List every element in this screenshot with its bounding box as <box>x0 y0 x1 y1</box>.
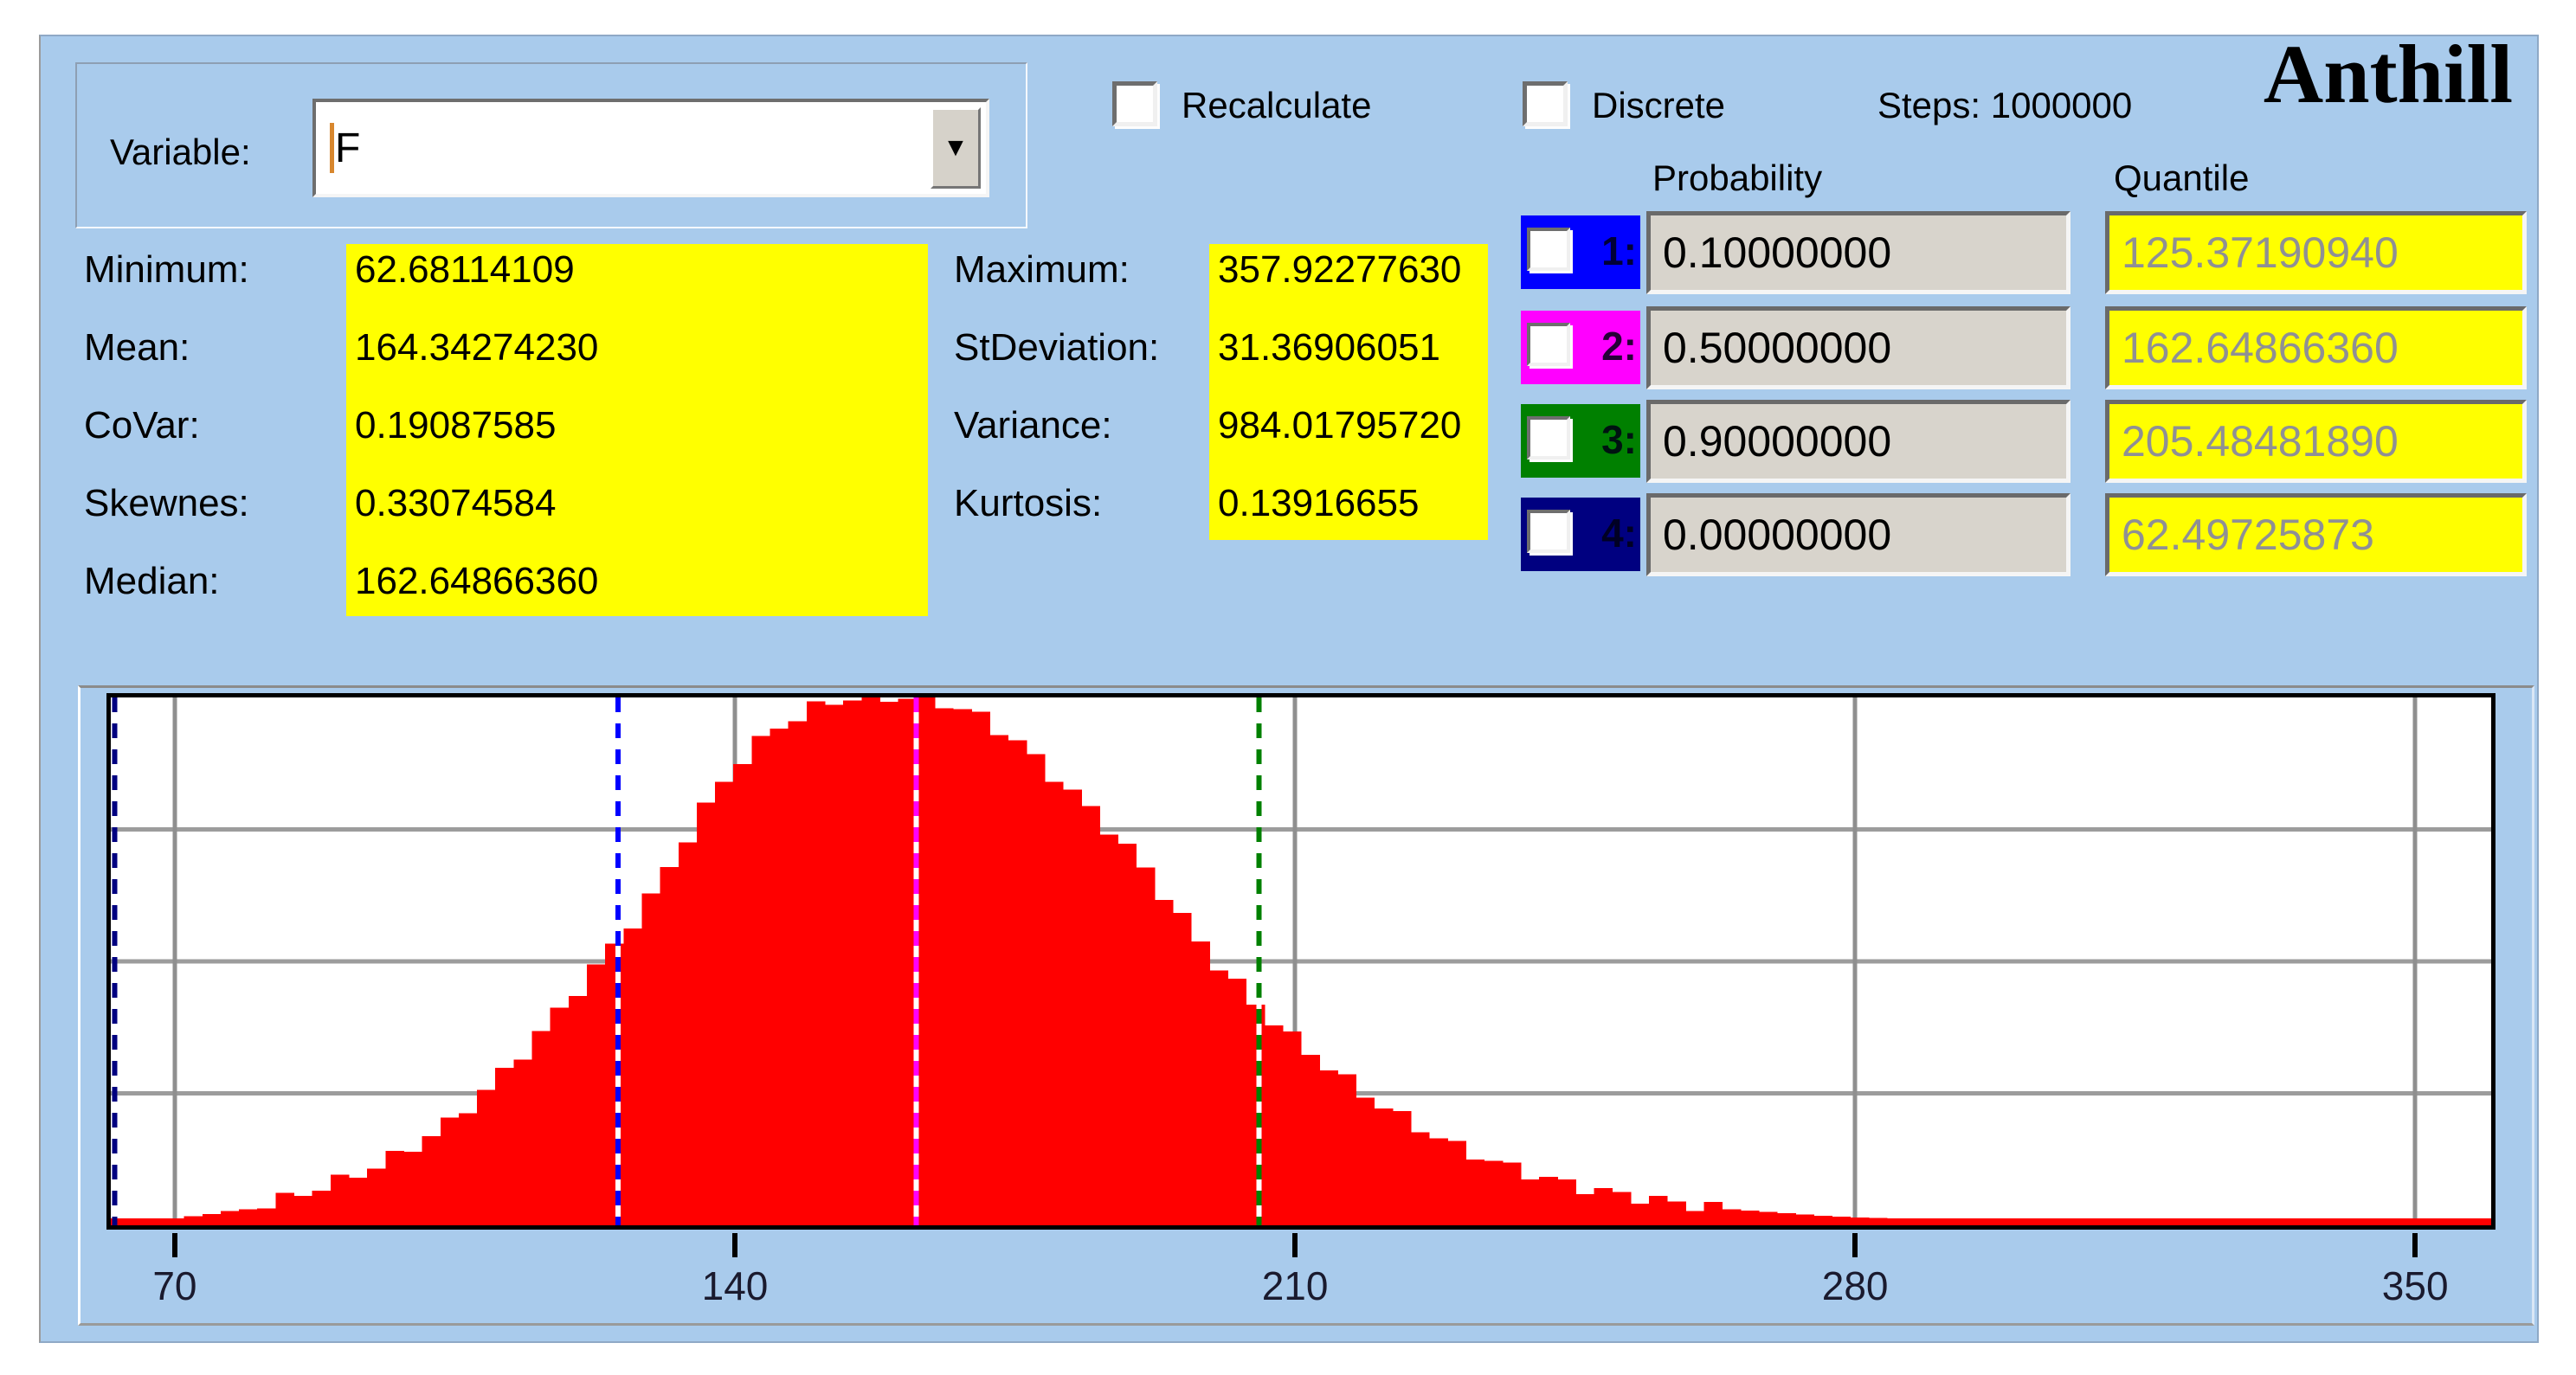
quantile-row-1-checkbox[interactable] <box>1527 228 1570 271</box>
discrete-label: Discrete <box>1592 85 1725 126</box>
variable-groupbox: Variable: F ▼ <box>75 62 1027 228</box>
histogram-panel: 70 140 210 280 350 <box>78 685 2534 1326</box>
stat-label-median: Median: <box>84 560 361 603</box>
quantile-row-1-tab: 1: <box>1521 215 1640 289</box>
stat-value-covar: 0.19087585 <box>346 404 556 447</box>
quantile-row-2-checkbox[interactable] <box>1527 323 1570 366</box>
stat-label-stdeviation: StDeviation: <box>954 326 1231 369</box>
quantile-column-header: Quantile <box>2114 157 2249 199</box>
probability-input-1[interactable]: 0.10000000 <box>1646 211 2070 294</box>
dropdown-arrow-button[interactable]: ▼ <box>931 107 981 189</box>
recalculate-label: Recalculate <box>1182 85 1371 126</box>
probability-input-2[interactable]: 0.50000000 <box>1646 306 2070 389</box>
stat-value-skewnes: 0.33074584 <box>346 482 556 525</box>
text-cursor <box>330 123 334 173</box>
stat-value-mean: 164.34274230 <box>346 326 598 369</box>
quantile-row-4-tab: 4: <box>1521 498 1640 571</box>
quantile-value-1: 125.37190940 <box>2105 211 2527 294</box>
x-axis-label-280: 280 <box>1822 1263 1889 1309</box>
x-axis-tick-140 <box>732 1233 737 1257</box>
stat-value-kurtosis: 0.13916655 <box>1209 482 1419 525</box>
recalculate-checkbox[interactable] <box>1112 81 1157 126</box>
steps-label: Steps: 1000000 <box>1877 85 2132 126</box>
stat-value-variance: 984.01795720 <box>1209 404 1461 447</box>
stat-label-skewnes: Skewnes: <box>84 482 361 525</box>
quantile-row-2-tab: 2: <box>1521 311 1640 384</box>
quantile-value-3: 205.48481890 <box>2105 400 2527 483</box>
probability-column-header: Probability <box>1652 157 1822 199</box>
x-axis-label-140: 140 <box>702 1263 769 1309</box>
variable-label: Variable: <box>110 132 251 173</box>
histogram-plot[interactable] <box>106 693 2496 1230</box>
app-brand: Anthill <box>2264 26 2513 122</box>
quantile-row-3-checkbox[interactable] <box>1527 416 1570 459</box>
main-panel: Variable: F ▼ Recalculate Discrete Steps… <box>39 35 2539 1343</box>
stat-value-median: 162.64866360 <box>346 560 598 603</box>
x-axis-tick-350 <box>2412 1233 2418 1257</box>
variable-dropdown[interactable]: F ▼ <box>312 99 989 197</box>
stat-label-maximum: Maximum: <box>954 248 1231 292</box>
variable-value: F <box>335 125 360 172</box>
quantile-value-4: 62.49725873 <box>2105 493 2527 576</box>
x-axis-tick-210 <box>1292 1233 1298 1257</box>
stat-value-minimum: 62.68114109 <box>346 248 575 292</box>
chevron-down-icon: ▼ <box>943 133 969 163</box>
quantile-row-4-checkbox[interactable] <box>1527 510 1570 553</box>
quantile-row-1-index: 1: <box>1601 228 1637 274</box>
probability-input-3[interactable]: 0.90000000 <box>1646 400 2070 483</box>
stat-label-kurtosis: Kurtosis: <box>954 482 1231 525</box>
x-axis-label-210: 210 <box>1262 1263 1329 1309</box>
anthill-window: Variable: F ▼ Recalculate Discrete Steps… <box>0 0 2576 1375</box>
stat-value-stdeviation: 31.36906051 <box>1209 326 1440 369</box>
x-axis-label-70: 70 <box>152 1263 196 1309</box>
stat-label-mean: Mean: <box>84 326 361 369</box>
x-axis-tick-280 <box>1852 1233 1858 1257</box>
stat-label-covar: CoVar: <box>84 404 361 447</box>
histogram-svg <box>111 697 2491 1225</box>
stat-label-minimum: Minimum: <box>84 248 361 292</box>
stat-value-maximum: 357.92277630 <box>1209 248 1461 292</box>
x-axis-label-350: 350 <box>2382 1263 2449 1309</box>
x-axis-tick-70 <box>172 1233 177 1257</box>
quantile-row-4-index: 4: <box>1601 510 1637 556</box>
quantile-row-2-index: 2: <box>1601 323 1637 369</box>
quantile-value-2: 162.64866360 <box>2105 306 2527 389</box>
quantile-row-3-index: 3: <box>1601 416 1637 463</box>
discrete-checkbox[interactable] <box>1523 81 1568 126</box>
probability-input-4[interactable]: 0.00000000 <box>1646 493 2070 576</box>
quantile-row-3-tab: 3: <box>1521 404 1640 478</box>
stat-label-variance: Variance: <box>954 404 1231 447</box>
